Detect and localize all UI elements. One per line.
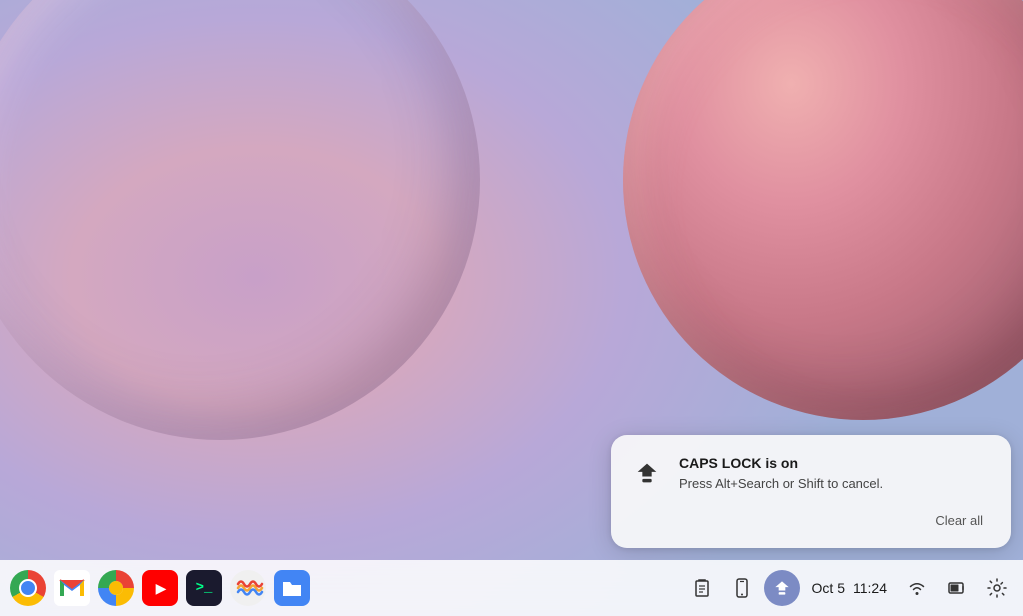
notification-text: CAPS LOCK is on Press Alt+Search or Shif…: [679, 455, 991, 493]
waves-icon: [230, 570, 266, 606]
wifi-tray-icon[interactable]: [899, 570, 935, 606]
wallpaper-sphere-left: [0, 0, 480, 440]
clipboard-icon: [692, 578, 712, 598]
date-display: Oct 5: [812, 580, 845, 596]
battery-tray-icon[interactable]: [939, 570, 975, 606]
battery-icon: [947, 578, 967, 598]
taskbar-apps: >_: [8, 568, 312, 608]
youtube-app-icon[interactable]: [140, 568, 180, 608]
notification-content: CAPS LOCK is on Press Alt+Search or Shif…: [631, 455, 991, 493]
caps-lock-icon: [631, 457, 663, 489]
terminal-app-icon[interactable]: >_: [184, 568, 224, 608]
caps-lock-tray-button[interactable]: [764, 570, 800, 606]
notification-actions: Clear all: [631, 509, 991, 532]
clipboard-tray-icon[interactable]: [684, 570, 720, 606]
gmail-icon: [54, 570, 90, 606]
chrome-app-icon[interactable]: [8, 568, 48, 608]
caps-lock-tray-icon: [772, 578, 792, 598]
settings-icon: [987, 578, 1007, 598]
notification-title: CAPS LOCK is on: [679, 455, 991, 471]
phone-icon: [732, 578, 752, 598]
files-app-icon[interactable]: [272, 568, 312, 608]
gmail-app-icon[interactable]: [52, 568, 92, 608]
phone-tray-icon[interactable]: [724, 570, 760, 606]
files-icon: [274, 570, 310, 606]
caps-lock-notification: CAPS LOCK is on Press Alt+Search or Shif…: [611, 435, 1011, 548]
photos-app-icon[interactable]: [96, 568, 136, 608]
chrome-icon: [10, 570, 46, 606]
time-display: 11:24: [853, 580, 887, 596]
wifi-icon: [907, 578, 927, 598]
notification-body: Press Alt+Search or Shift to cancel.: [679, 475, 991, 493]
taskbar: >_: [0, 560, 1023, 616]
youtube-icon: [142, 570, 178, 606]
terminal-icon: >_: [186, 570, 222, 606]
date-time-tray[interactable]: Oct 5 11:24: [804, 576, 895, 600]
wallpaper-sphere-right: [623, 0, 1023, 420]
waves-app-icon[interactable]: [228, 568, 268, 608]
taskbar-tray: Oct 5 11:24: [684, 570, 1015, 606]
clear-all-button[interactable]: Clear all: [927, 509, 991, 532]
photos-icon: [98, 570, 134, 606]
settings-tray-icon[interactable]: [979, 570, 1015, 606]
